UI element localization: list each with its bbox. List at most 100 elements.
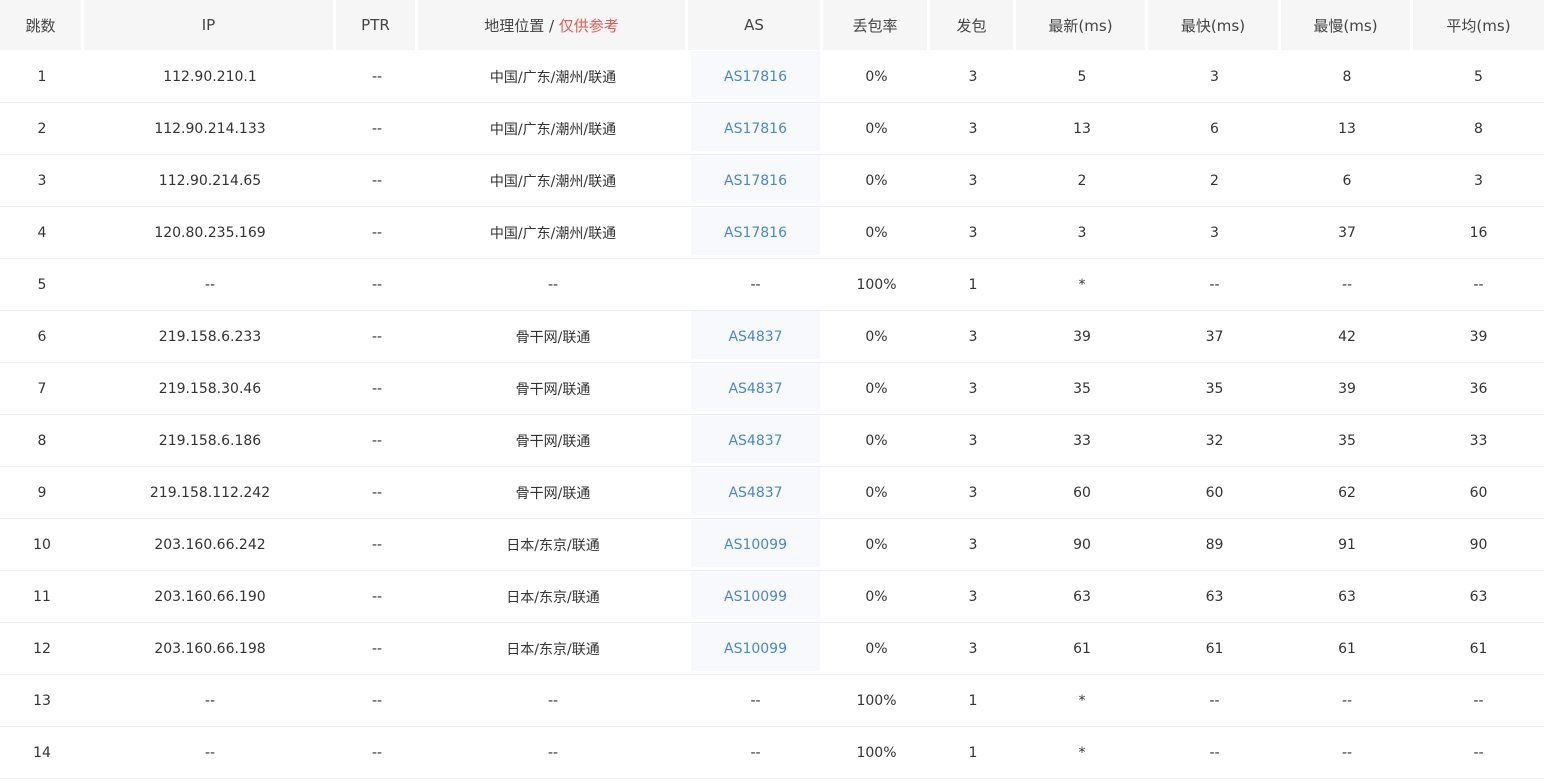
cell-last: 35	[1016, 363, 1148, 415]
cell-ip: 219.158.6.233	[84, 311, 336, 363]
cell-as: --	[688, 727, 823, 779]
cell-geo: --	[418, 259, 688, 311]
cell-ip: 203.160.66.198	[84, 623, 336, 675]
cell-worst: 61	[1281, 623, 1413, 675]
header-geo-label: 地理位置	[484, 16, 545, 35]
cell-geo: 中国/广东/潮州/联通	[418, 103, 688, 155]
header-avg: 平均(ms)	[1413, 0, 1544, 51]
cell-loss: 0%	[823, 571, 930, 623]
cell-loss: 0%	[823, 311, 930, 363]
cell-best: --	[1148, 259, 1281, 311]
table-row: 2 112.90.214.133 -- 中国/广东/潮州/联通 AS17816 0% 3 13…	[0, 103, 1544, 155]
header-geo-separator: /	[544, 16, 559, 35]
cell-hop: 7	[0, 363, 84, 415]
cell-last: 33	[1016, 415, 1148, 467]
cell-geo: 骨干网/联通	[418, 415, 688, 467]
cell-avg: 5	[1413, 51, 1544, 103]
cell-as[interactable]: AS10099	[688, 623, 823, 675]
cell-geo: 骨干网/联通	[418, 311, 688, 363]
cell-as[interactable]: AS10099	[688, 519, 823, 571]
cell-worst: 62	[1281, 467, 1413, 519]
table-row: 9 219.158.112.242 -- 骨干网/联通 AS4837 0% 3 60 60 62 6…	[0, 467, 1544, 519]
cell-as[interactable]: AS4837	[688, 415, 823, 467]
cell-geo: 日本/东京/联通	[418, 623, 688, 675]
header-row: 跳数 IP PTR 地理位置 / 仅供参考 AS 丢包率 发包 最新(ms) 最…	[0, 0, 1544, 51]
cell-hop: 4	[0, 207, 84, 259]
cell-ptr: --	[336, 155, 418, 207]
cell-sent: 3	[930, 415, 1016, 467]
cell-worst: 63	[1281, 571, 1413, 623]
cell-ip: --	[84, 675, 336, 727]
cell-ptr: --	[336, 675, 418, 727]
cell-as[interactable]: AS4837	[688, 311, 823, 363]
cell-as[interactable]: AS17816	[688, 207, 823, 259]
header-ip: IP	[84, 0, 336, 51]
header-geo-note: 仅供参考	[558, 16, 619, 35]
table-row: 1 112.90.210.1 -- 中国/广东/潮州/联通 AS17816 0% 3 5 3 8 5	[0, 51, 1544, 103]
header-worst: 最慢(ms)	[1281, 0, 1413, 51]
cell-avg: 60	[1413, 467, 1544, 519]
table-header: 跳数 IP PTR 地理位置 / 仅供参考 AS 丢包率 发包 最新(ms) 最…	[0, 0, 1544, 51]
cell-geo: 中国/广东/潮州/联通	[418, 207, 688, 259]
cell-avg: 33	[1413, 415, 1544, 467]
cell-ip: 219.158.30.46	[84, 363, 336, 415]
cell-worst: 6	[1281, 155, 1413, 207]
cell-best: 3	[1148, 207, 1281, 259]
cell-avg: 61	[1413, 623, 1544, 675]
cell-ip: 120.80.235.169	[84, 207, 336, 259]
cell-avg: 16	[1413, 207, 1544, 259]
cell-ptr: --	[336, 259, 418, 311]
cell-as[interactable]: AS10099	[688, 571, 823, 623]
header-ptr: PTR	[336, 0, 418, 51]
cell-best: 6	[1148, 103, 1281, 155]
cell-sent: 3	[930, 51, 1016, 103]
header-hop: 跳数	[0, 0, 84, 51]
table-row: 6 219.158.6.233 -- 骨干网/联通 AS4837 0% 3 39 37 42 39	[0, 311, 1544, 363]
cell-geo: 骨干网/联通	[418, 467, 688, 519]
cell-ptr: --	[336, 519, 418, 571]
cell-ptr: --	[336, 207, 418, 259]
cell-best: --	[1148, 727, 1281, 779]
cell-hop: 6	[0, 311, 84, 363]
cell-sent: 3	[930, 155, 1016, 207]
cell-sent: 3	[930, 571, 1016, 623]
cell-hop: 8	[0, 415, 84, 467]
header-geo: 地理位置 / 仅供参考	[418, 0, 688, 51]
cell-geo: 日本/东京/联通	[418, 519, 688, 571]
cell-hop: 1	[0, 51, 84, 103]
cell-ip: 112.90.214.65	[84, 155, 336, 207]
cell-sent: 1	[930, 675, 1016, 727]
cell-last: *	[1016, 675, 1148, 727]
cell-as[interactable]: AS4837	[688, 363, 823, 415]
table-row: 8 219.158.6.186 -- 骨干网/联通 AS4837 0% 3 33 32 35 33	[0, 415, 1544, 467]
cell-last: 13	[1016, 103, 1148, 155]
cell-hop: 14	[0, 727, 84, 779]
cell-loss: 0%	[823, 207, 930, 259]
cell-worst: 13	[1281, 103, 1413, 155]
cell-as[interactable]: AS17816	[688, 51, 823, 103]
cell-loss: 0%	[823, 51, 930, 103]
cell-geo: 骨干网/联通	[418, 363, 688, 415]
cell-loss: 0%	[823, 623, 930, 675]
cell-loss: 0%	[823, 363, 930, 415]
cell-hop: 9	[0, 467, 84, 519]
header-best: 最快(ms)	[1148, 0, 1281, 51]
cell-as[interactable]: AS17816	[688, 103, 823, 155]
cell-as[interactable]: AS4837	[688, 467, 823, 519]
table-row: 13 -- -- -- -- 100% 1 * -- -- --	[0, 675, 1544, 727]
cell-worst: 91	[1281, 519, 1413, 571]
cell-ip: --	[84, 727, 336, 779]
cell-ptr: --	[336, 467, 418, 519]
cell-loss: 100%	[823, 727, 930, 779]
cell-as[interactable]: AS17816	[688, 155, 823, 207]
cell-best: 37	[1148, 311, 1281, 363]
cell-worst: --	[1281, 259, 1413, 311]
cell-hop: 11	[0, 571, 84, 623]
cell-best: 35	[1148, 363, 1281, 415]
cell-hop: 5	[0, 259, 84, 311]
table-row: 12 203.160.66.198 -- 日本/东京/联通 AS10099 0% 3 61 61…	[0, 623, 1544, 675]
cell-ip: 203.160.66.190	[84, 571, 336, 623]
cell-best: 89	[1148, 519, 1281, 571]
cell-avg: --	[1413, 727, 1544, 779]
cell-loss: 100%	[823, 675, 930, 727]
